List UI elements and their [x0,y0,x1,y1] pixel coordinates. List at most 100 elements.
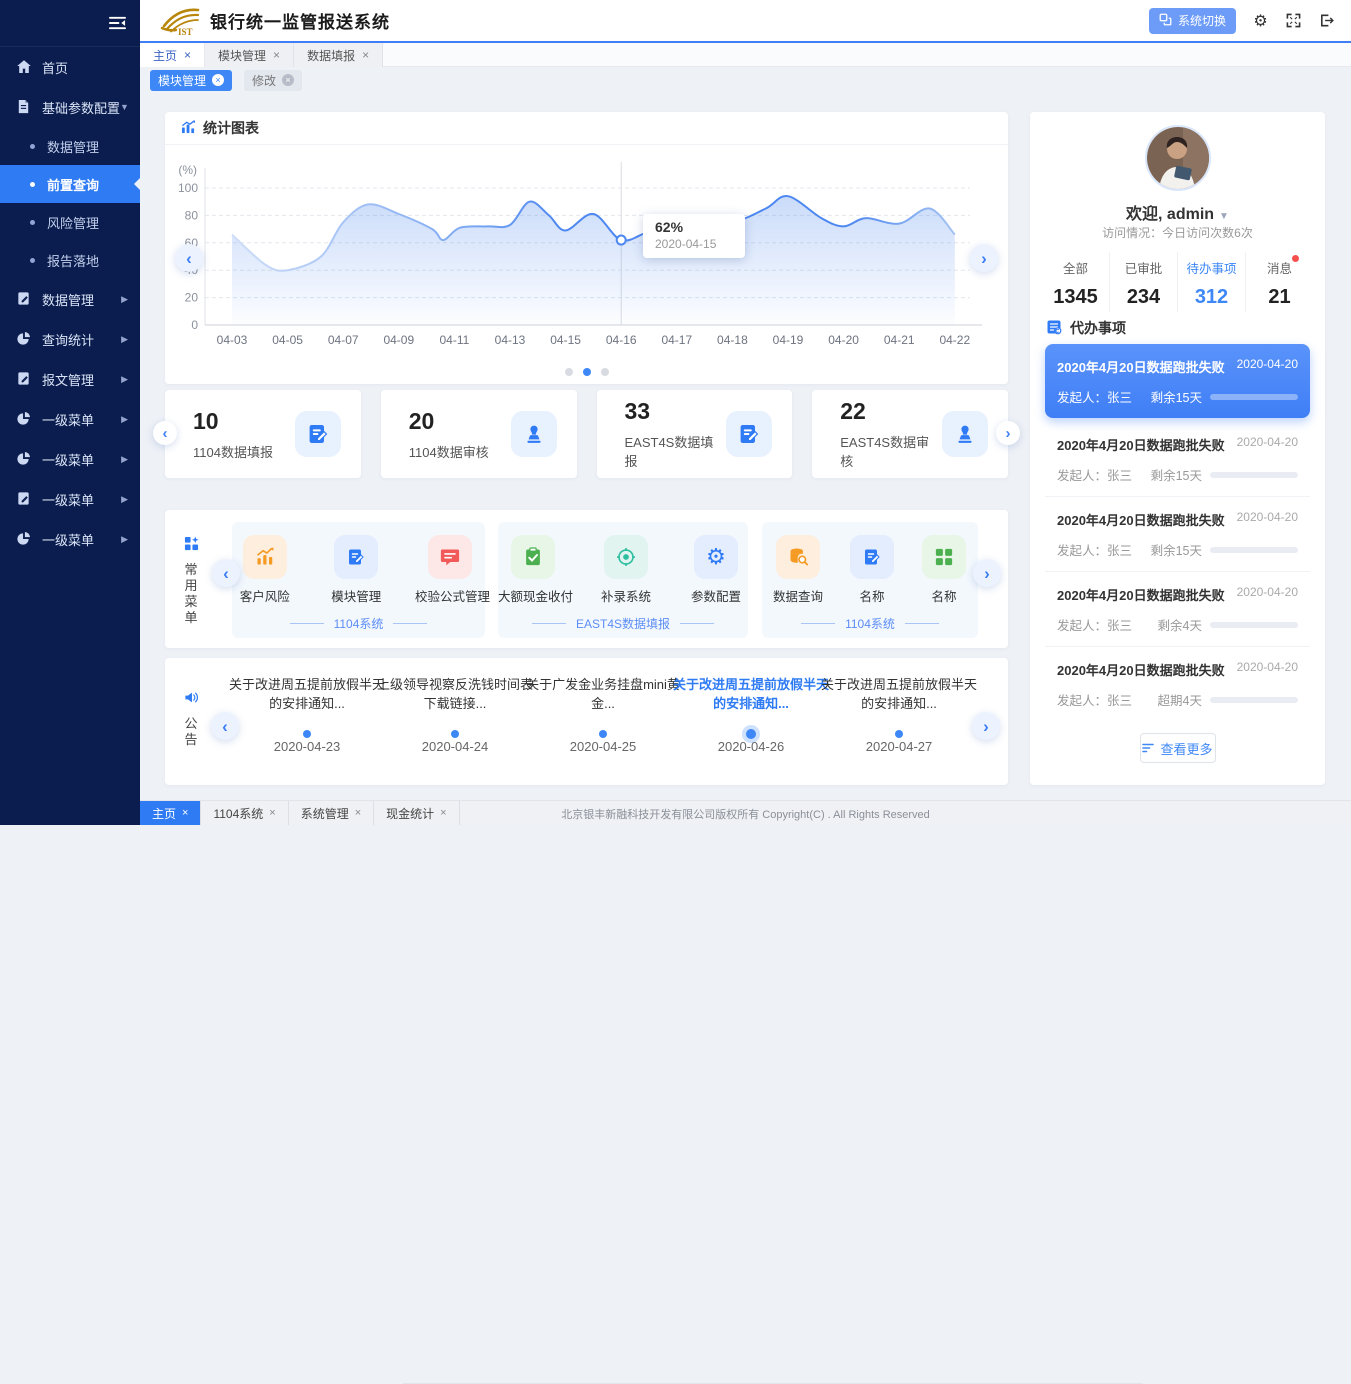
svg-text:04-18: 04-18 [717,333,748,347]
sidebar-item-query-stats[interactable]: 查询统计 ▶ [0,319,140,359]
grid-icon [922,535,966,579]
footer-bar: 北京银丰新融科技开发有限公司版权所有 Copyright(C) . All Ri… [140,800,1351,825]
stat-all[interactable]: 全部1345 [1042,252,1110,312]
svg-text:04-03: 04-03 [217,333,248,347]
announcements-card: 公告 ‹ 关于改进周五提前放假半天的安排通知... 2020-04-23 上级领… [165,658,1008,785]
sidebar-item-message-manage[interactable]: 报文管理 ▶ [0,359,140,399]
sidebar-item-base-params[interactable]: 基础参数配置 ▼ [0,87,140,127]
sidebar-subitem-report-landing[interactable]: 报告落地 [0,241,140,279]
statistics-chart[interactable]: 020406080100(%)04-0304-0504-0704-0904-11… [165,148,1008,356]
group-label: 1104系统 [762,615,978,632]
timeline-dot-icon [599,730,607,738]
system-switch-button[interactable]: 系统切换 [1149,8,1236,34]
stat-card-east4s-audit[interactable]: 22EAST4S数据审核 [812,390,1008,478]
svg-text:100: 100 [178,181,198,195]
doc-edit-icon [16,291,32,307]
stat-card-east4s-fill[interactable]: 33EAST4S数据填报 [597,390,793,478]
close-icon[interactable]: × [282,74,294,86]
chart-next-button[interactable]: › [970,244,998,272]
menu-item-data-query[interactable]: 数据查询 [767,535,829,605]
gear-icon[interactable]: ⚙ [1252,12,1269,29]
logout-icon[interactable] [1318,12,1335,29]
menu-item-name-2[interactable]: 名称 [915,535,973,605]
svg-text:04-05: 04-05 [272,333,303,347]
svg-text:04-21: 04-21 [884,333,915,347]
stat-card-1104-audit[interactable]: 201104数据审核 [381,390,577,478]
stat-messages[interactable]: 消息21 [1246,252,1313,312]
stats-next-button[interactable]: › [996,421,1020,445]
sidebar-item-level1-menu-1[interactable]: 一级菜单 ▶ [0,399,140,439]
menu-item-large-cash[interactable]: 大额现金收付 [498,535,568,605]
close-icon[interactable]: × [355,807,361,819]
chip-modify[interactable]: 修改× [244,70,302,91]
svg-text:04-22: 04-22 [939,333,970,347]
close-icon[interactable]: × [362,48,369,62]
edit-doc-icon [726,411,772,457]
chevron-down-icon: ▼ [120,102,129,112]
menu-item-supplement-system[interactable]: 补录系统 [594,535,658,605]
tab-home[interactable]: 主页× [140,43,205,67]
close-icon[interactable]: × [182,807,188,819]
sidebar-item-home[interactable]: 首页 [0,47,140,87]
sidebar-subitem-risk-manage[interactable]: 风险管理 [0,203,140,241]
view-more-button[interactable]: 查看更多 [1140,733,1216,763]
todo-item[interactable]: 2020年4月20日数据跑批失败2020-04-20 发起人：张三剩余4天 [1045,572,1310,647]
fullscreen-icon[interactable] [1285,12,1302,29]
announcements-next-button[interactable]: › [972,712,1000,740]
stat-approved[interactable]: 已审批234 [1110,252,1178,312]
close-icon[interactable]: × [440,807,446,819]
announcement-item[interactable]: 关于改进周五提前放假半天的安排通知... 2020-04-27 [819,675,979,754]
menu-item-module-manage[interactable]: 模块管理 [324,535,390,605]
stats-prev-button[interactable]: ‹ [153,421,177,445]
footer-tab-cashstats[interactable]: 现金统计× [374,801,459,825]
sidebar-subitem-front-query[interactable]: 前置查询 [0,165,140,203]
edit-doc-icon [295,411,341,457]
menu-item-param-config[interactable]: ⚙ 参数配置 [684,535,748,605]
collapse-menu-icon[interactable] [109,15,126,32]
line-chart-icon [181,120,196,137]
avatar[interactable] [1145,125,1211,191]
tab-module-manage[interactable]: 模块管理× [205,43,294,67]
progress-bar [1210,622,1298,628]
sidebar-item-level1-menu-3[interactable]: 一级菜单 ▶ [0,479,140,519]
close-icon[interactable]: × [273,48,280,62]
pager-dot[interactable] [601,368,609,376]
footer-tab-home[interactable]: 主页× [140,801,201,825]
stat-pending[interactable]: 待办事项312 [1178,252,1246,312]
chip-module-manage[interactable]: 模块管理× [150,70,232,91]
pager-dot[interactable] [583,368,591,376]
chart-prev-button[interactable]: ‹ [175,244,203,272]
announcement-item[interactable]: 关于改进周五提前放假半天的安排通知... 2020-04-23 [227,675,387,754]
svg-text:04-19: 04-19 [773,333,804,347]
footer-tab-1104[interactable]: 1104系统× [201,801,288,825]
list-icon [1142,741,1154,756]
announcement-item[interactable]: 关于广发金业务挂盘mini黄金... 2020-04-25 [523,675,683,754]
menu-item-formula-manage[interactable]: 校验公式管理 [415,535,485,605]
footer-tab-sysmanage[interactable]: 系统管理× [289,801,374,825]
close-icon[interactable]: × [269,807,275,819]
sidebar-item-level1-menu-4[interactable]: 一级菜单 ▶ [0,519,140,559]
todo-item[interactable]: 2020年4月20日数据跑批失败2020-04-20 发起人：张三剩余15天 [1045,497,1310,572]
stat-label: EAST4S数据审核 [840,432,942,470]
quick-menu-next-button[interactable]: › [973,559,1001,587]
sidebar-item-level1-menu-2[interactable]: 一级菜单 ▶ [0,439,140,479]
menu-item-customer-risk[interactable]: 客户风险 [232,535,298,605]
menu-item-name-1[interactable]: 名称 [843,535,901,605]
pager-dot[interactable] [565,368,573,376]
announcement-item[interactable]: 关于改进周五提前放假半天的安排通知... 2020-04-26 [671,675,831,754]
quick-menu-prev-button[interactable]: ‹ [212,559,240,587]
todo-item[interactable]: 2020年4月20日数据跑批失败2020-04-20 发起人：张三超期4天 [1045,647,1310,721]
announcements-prev-button[interactable]: ‹ [211,712,239,740]
close-icon[interactable]: × [184,48,191,62]
todo-item[interactable]: 2020年4月20日数据跑批失败2020-04-20 发起人：张三剩余15天 [1045,344,1310,418]
tab-data-fill[interactable]: 数据填报× [294,43,383,67]
stat-card-1104-fill[interactable]: 101104数据填报 [165,390,361,478]
todo-item[interactable]: 2020年4月20日数据跑批失败2020-04-20 发起人：张三剩余15天 [1045,422,1310,497]
chevron-right-icon: ▶ [121,334,128,345]
sidebar-item-data-manage[interactable]: 数据管理 ▶ [0,279,140,319]
welcome-text[interactable]: 欢迎, admin▼ [1030,200,1325,224]
grid-menu-icon [184,538,199,555]
sidebar-subitem-data-manage[interactable]: 数据管理 [0,127,140,165]
close-icon[interactable]: × [212,74,224,86]
announcement-item[interactable]: 上级领导视察反洗钱时间表下载链接... 2020-04-24 [375,675,535,754]
